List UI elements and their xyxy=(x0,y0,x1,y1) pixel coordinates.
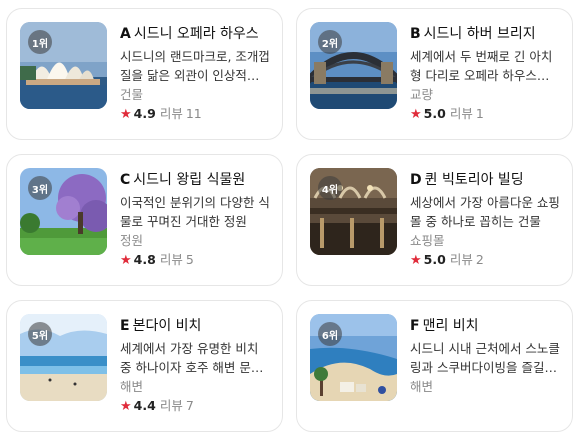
star-icon: ★ xyxy=(410,107,422,122)
marker-letter: B xyxy=(410,26,421,42)
star-icon: ★ xyxy=(120,399,132,414)
attraction-card-f[interactable]: 6위 F 맨리 비치 시드니 시내 근처에서 스노클링과 스쿠버다이빙을 즐길 수… xyxy=(296,300,573,432)
attraction-category: 교량 xyxy=(410,87,434,102)
attraction-photo: 2위 xyxy=(310,22,397,109)
review-count: 5 xyxy=(185,252,194,267)
rank-badge: 3위 xyxy=(28,176,52,200)
rank-badge: 6위 xyxy=(318,322,342,346)
attraction-name: 본다이 비치 xyxy=(132,318,202,334)
review-label: 리뷰 xyxy=(159,398,183,413)
rating-score: 5.0 xyxy=(423,252,446,267)
rating-row: ★ 4.8 리뷰 5 xyxy=(120,250,270,270)
marker-letter: D xyxy=(410,172,422,188)
attraction-title: B 시드니 하버 브리지 xyxy=(410,23,560,45)
star-icon: ★ xyxy=(120,253,132,268)
review-count: 1 xyxy=(475,106,484,121)
attraction-title: E 본다이 비치 xyxy=(120,315,270,337)
attraction-name: 퀸 빅토리아 빌딩 xyxy=(424,172,524,188)
rating-score: 4.4 xyxy=(133,398,156,413)
rating-score: 4.9 xyxy=(133,106,156,121)
attraction-name: 시드니 오페라 하우스 xyxy=(133,26,259,42)
marker-letter: E xyxy=(120,318,130,334)
attraction-name: 맨리 비치 xyxy=(422,318,479,334)
rank-badge: 4위 xyxy=(318,176,342,200)
attraction-name: 시드니 왕립 식물원 xyxy=(133,172,246,188)
attraction-title: C 시드니 왕립 식물원 xyxy=(120,169,270,191)
attraction-photo: 3위 xyxy=(20,168,107,255)
rating-row: ★ 5.0 리뷰 2 xyxy=(410,250,560,270)
attraction-description: 세계에서 두 번째로 긴 아치형 다리로 오페라 하우스와 함께 명소 xyxy=(410,49,553,83)
rating-score: 5.0 xyxy=(423,106,446,121)
marker-letter: C xyxy=(120,172,131,188)
attraction-category: 건물 xyxy=(120,87,144,102)
attraction-card-c[interactable]: 3위 C 시드니 왕립 식물원 이국적인 분위기의 다양한 식물로 꾸며진 거대한… xyxy=(6,154,283,286)
marker-letter: A xyxy=(120,26,131,42)
attraction-title: D퀸 빅토리아 빌딩 xyxy=(410,169,560,191)
attraction-description: 이국적인 분위기의 다양한 식물로 꾸며진 거대한 정원 xyxy=(120,195,270,229)
attraction-category: 정원 xyxy=(120,233,144,248)
attraction-name: 시드니 하버 브리지 xyxy=(423,26,536,42)
rating-row: ★ 5.0 리뷰 1 xyxy=(410,104,560,124)
attraction-card-a[interactable]: 1위 A 시드니 오페라 하우스 시드니의 랜드마크로, 조개껍질을 닮은 외관이… xyxy=(6,8,283,140)
rating-row: ★ 4.4 리뷰 7 xyxy=(120,396,270,416)
attraction-description: 시드니의 랜드마크로, 조개껍질을 닮은 외관이 인상적인 공연장 xyxy=(120,49,270,83)
review-label: 리뷰 xyxy=(449,106,473,121)
review-label: 리뷰 xyxy=(159,252,183,267)
review-count: 11 xyxy=(185,106,202,121)
rank-badge: 2위 xyxy=(318,30,342,54)
attraction-description: 세계에서 가장 유명한 비치 중 하나이자 호주 해변 문화의 상징 xyxy=(120,341,263,375)
review-count: 7 xyxy=(185,398,194,413)
review-label: 리뷰 xyxy=(159,106,183,121)
rank-badge: 5위 xyxy=(28,322,52,346)
star-icon: ★ xyxy=(410,253,422,268)
review-count: 2 xyxy=(475,252,484,267)
attraction-card-b[interactable]: 2위 B 시드니 하버 브리지 세계에서 두 번째로 긴 아치형 다리로 오페라 … xyxy=(296,8,573,140)
attraction-description: 세상에서 가장 아름다운 쇼핑몰 중 하나로 꼽히는 건물 xyxy=(410,195,560,229)
attraction-description: 시드니 시내 근처에서 스노클링과 스쿠버다이빙을 즐길 수 있는 해변 xyxy=(410,341,560,375)
rating-score: 4.8 xyxy=(133,252,156,267)
attraction-photo: 1위 xyxy=(20,22,107,109)
rating-row: ★ 4.9 리뷰 11 xyxy=(120,104,270,124)
attraction-photo: 6위 xyxy=(310,314,397,401)
rank-badge: 1위 xyxy=(28,30,52,54)
attraction-category: 쇼핑몰 xyxy=(410,233,445,248)
attraction-photo: 4위 xyxy=(310,168,397,255)
review-label: 리뷰 xyxy=(449,252,473,267)
marker-letter: F xyxy=(410,318,420,334)
attraction-category: 해변 xyxy=(120,379,144,394)
attraction-card-e[interactable]: 5위 E 본다이 비치 세계에서 가장 유명한 비치 중 하나이자 호주 해변 문… xyxy=(6,300,283,432)
attraction-photo: 5위 xyxy=(20,314,107,401)
attraction-card-d[interactable]: 4위 D퀸 빅토리아 빌딩 세상에서 가장 아름다운 쇼핑몰 중 하나로 꼽히는… xyxy=(296,154,573,286)
attraction-title: A 시드니 오페라 하우스 xyxy=(120,23,270,45)
attraction-title: F 맨리 비치 xyxy=(410,315,560,337)
attraction-category: 해변 xyxy=(410,379,434,394)
star-icon: ★ xyxy=(120,107,132,122)
